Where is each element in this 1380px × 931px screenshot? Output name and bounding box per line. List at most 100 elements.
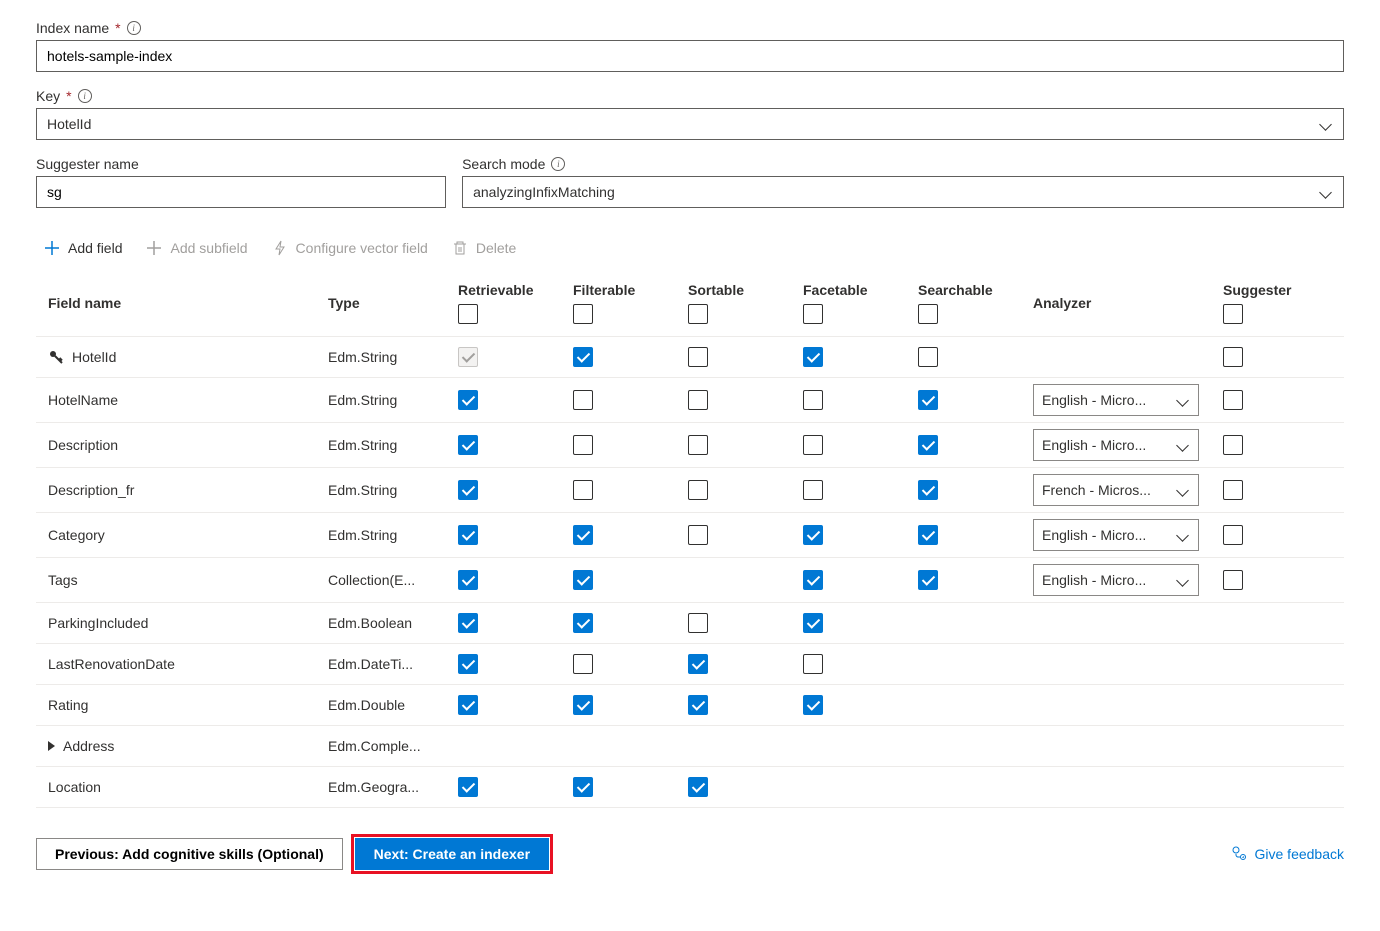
checkbox[interactable] [688,613,708,633]
suggester-name-input[interactable] [36,176,446,208]
checkbox[interactable] [803,613,823,633]
checkbox[interactable] [573,613,593,633]
col-sortable: Sortable [676,278,791,328]
checkbox[interactable] [458,654,478,674]
key-label: Key * i [36,88,1344,104]
analyzer-select[interactable]: English - Micro... [1033,519,1199,551]
info-icon[interactable]: i [78,89,92,103]
next-button[interactable]: Next: Create an indexer [355,838,549,870]
retrievable-all-checkbox[interactable] [458,304,478,324]
checkbox[interactable] [573,777,593,797]
trash-icon [452,240,468,256]
checkbox[interactable] [458,525,478,545]
field-name-cell: Location [36,773,316,801]
expand-icon[interactable] [48,741,55,751]
search-mode-select[interactable]: analyzingInfixMatching [462,176,1344,208]
checkbox[interactable] [803,435,823,455]
field-type-cell: Edm.Geogra... [316,773,446,801]
checkbox[interactable] [688,480,708,500]
field-name-cell: Description_fr [36,476,316,504]
checkbox[interactable] [918,570,938,590]
checkbox[interactable] [573,525,593,545]
field-name-cell: ParkingIncluded [36,609,316,637]
checkbox[interactable] [573,347,593,367]
lightning-icon [272,240,288,256]
field-name-cell: Address [36,732,316,760]
checkbox[interactable] [688,435,708,455]
sortable-all-checkbox[interactable] [688,304,708,324]
col-analyzer: Analyzer [1021,291,1211,315]
checkbox[interactable] [573,480,593,500]
table-row: ParkingIncludedEdm.Boolean [36,603,1344,644]
checkbox[interactable] [688,390,708,410]
info-icon[interactable]: i [127,21,141,35]
give-feedback-link[interactable]: Give feedback [1231,845,1345,864]
index-name-input[interactable] [36,40,1344,72]
checkbox[interactable] [803,570,823,590]
checkbox[interactable] [803,390,823,410]
col-searchable: Searchable [906,278,1021,328]
checkbox[interactable] [1223,435,1243,455]
suggester-all-checkbox[interactable] [1223,304,1243,324]
previous-button[interactable]: Previous: Add cognitive skills (Optional… [36,838,343,870]
facetable-all-checkbox[interactable] [803,304,823,324]
col-field-name: Field name [36,291,316,315]
searchable-all-checkbox[interactable] [918,304,938,324]
checkbox[interactable] [918,480,938,500]
add-field-button[interactable]: Add field [44,240,122,256]
checkbox[interactable] [458,613,478,633]
checkbox[interactable] [458,480,478,500]
chevron-down-icon [1178,574,1190,586]
analyzer-select[interactable]: French - Micros... [1033,474,1199,506]
checkbox[interactable] [803,480,823,500]
plus-icon [146,240,162,256]
checkbox[interactable] [688,654,708,674]
key-select[interactable]: HotelId [36,108,1344,140]
checkbox[interactable] [918,435,938,455]
checkbox[interactable] [458,695,478,715]
info-icon[interactable]: i [551,157,565,171]
field-type-cell: Edm.String [316,476,446,504]
checkbox[interactable] [1223,390,1243,410]
add-subfield-button: Add subfield [146,240,247,256]
checkbox[interactable] [803,654,823,674]
checkbox[interactable] [803,525,823,545]
checkbox[interactable] [1223,570,1243,590]
analyzer-select[interactable]: English - Micro... [1033,564,1199,596]
field-name-cell: Category [36,521,316,549]
checkbox[interactable] [458,435,478,455]
analyzer-select[interactable]: English - Micro... [1033,429,1199,461]
checkbox[interactable] [918,390,938,410]
checkbox[interactable] [1223,525,1243,545]
field-type-cell: Edm.Double [316,691,446,719]
checkbox[interactable] [918,347,938,367]
field-type-cell: Edm.Comple... [316,732,446,760]
chevron-down-icon [1178,394,1190,406]
checkbox[interactable] [688,347,708,367]
checkbox[interactable] [1223,347,1243,367]
checkbox[interactable] [803,347,823,367]
checkbox[interactable] [918,525,938,545]
checkbox[interactable] [803,695,823,715]
table-row: TagsCollection(E...English - Micro... [36,558,1344,603]
checkbox[interactable] [573,570,593,590]
checkbox[interactable] [688,525,708,545]
table-row: HotelNameEdm.StringEnglish - Micro... [36,378,1344,423]
checkbox[interactable] [458,390,478,410]
checkbox[interactable] [458,570,478,590]
checkbox[interactable] [573,695,593,715]
required-asterisk: * [115,20,120,36]
checkbox[interactable] [458,777,478,797]
field-type-cell: Edm.String [316,521,446,549]
checkbox[interactable] [458,347,478,367]
delete-button: Delete [452,240,516,256]
checkbox[interactable] [573,654,593,674]
checkbox[interactable] [573,390,593,410]
checkbox[interactable] [688,777,708,797]
checkbox[interactable] [688,695,708,715]
filterable-all-checkbox[interactable] [573,304,593,324]
checkbox[interactable] [573,435,593,455]
table-row: AddressEdm.Comple... [36,726,1344,767]
analyzer-select[interactable]: English - Micro... [1033,384,1199,416]
checkbox[interactable] [1223,480,1243,500]
